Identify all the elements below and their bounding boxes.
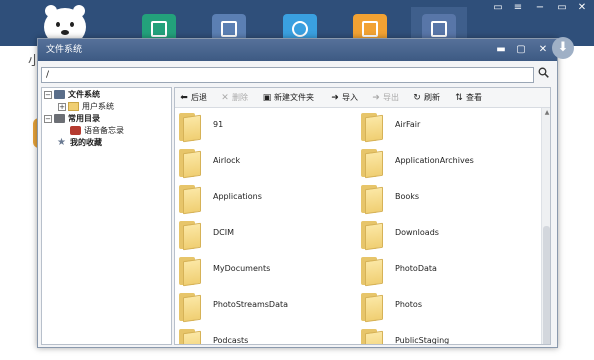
back-arrow-icon: ⬅ bbox=[180, 93, 188, 103]
star-icon: ★ bbox=[57, 137, 66, 148]
vertical-scrollbar[interactable]: ▲ bbox=[541, 108, 550, 344]
folder-icon bbox=[361, 149, 383, 179]
scroll-up-icon[interactable]: ▲ bbox=[542, 108, 550, 118]
folder-item[interactable]: Books bbox=[357, 181, 537, 217]
dialog-title: 文件系统 bbox=[46, 45, 83, 55]
folder-item[interactable]: Applications bbox=[175, 181, 355, 217]
folder-icon bbox=[179, 329, 201, 344]
dialog-titlebar: 文件系统 ▬ ▢ ✕ bbox=[38, 39, 557, 61]
folder-icon bbox=[179, 257, 201, 287]
tree-node-favorites[interactable]: ★ 我的收藏 bbox=[56, 137, 102, 149]
app-minimize-icon[interactable]: − bbox=[532, 2, 548, 13]
file-list-panel: ⬅ 后退 ✕ 删除 ▣ 新建文件夹 ➜ 导入 ➜ 导出 ↻ 刷新 ⇅ 查看 91 AirFai… bbox=[174, 87, 551, 345]
folder-icon bbox=[361, 293, 383, 323]
folder-icon bbox=[361, 113, 383, 143]
folder-item[interactable]: Photos bbox=[357, 289, 537, 325]
computer-icon bbox=[54, 90, 65, 99]
folder-item[interactable]: PhotoData bbox=[357, 253, 537, 289]
import-button[interactable]: ➜ 导入 bbox=[330, 91, 358, 105]
collapse-icon[interactable]: − bbox=[44, 114, 52, 123]
folder-icon bbox=[361, 257, 383, 287]
directory-tree: − 文件系统 + 用户系统 − 常用目录 语音备忘录 ★ 我的收藏 bbox=[41, 87, 172, 345]
path-input[interactable]: / bbox=[41, 67, 534, 83]
minimize-button[interactable]: ▬ bbox=[492, 39, 510, 61]
delete-x-icon: ✕ bbox=[221, 93, 229, 103]
file-system-dialog: 文件系统 ▬ ▢ ✕ / − 文件系统 + 用户系统 − 常用目录 语音备忘录 ★ 我的… bbox=[37, 38, 558, 348]
view-button[interactable]: ⇅ 查看 bbox=[454, 91, 482, 105]
tree-node-common-dirs[interactable]: − 常用目录 bbox=[44, 113, 100, 125]
toolbar: ⬅ 后退 ✕ 删除 ▣ 新建文件夹 ➜ 导入 ➜ 导出 ↻ 刷新 ⇅ 查看 bbox=[175, 88, 550, 108]
new-folder-icon: ▣ bbox=[262, 93, 272, 103]
refresh-icon: ↻ bbox=[413, 93, 421, 103]
folder-icon bbox=[179, 221, 201, 251]
folder-item[interactable]: 91 bbox=[175, 109, 355, 145]
expand-icon[interactable]: + bbox=[58, 102, 66, 111]
folder-item[interactable]: PhotoStreamsData bbox=[175, 289, 355, 325]
close-button[interactable]: ✕ bbox=[534, 39, 552, 61]
download-icon[interactable]: ⬇ bbox=[552, 37, 574, 59]
import-icon: ➜ bbox=[331, 93, 339, 103]
folder-icon bbox=[179, 113, 201, 143]
voice-memo-icon bbox=[70, 126, 81, 135]
folder-item[interactable]: PublicStaging bbox=[357, 325, 537, 344]
folder-icon bbox=[361, 185, 383, 215]
folder-lock-icon bbox=[68, 102, 79, 111]
folder-item[interactable]: Airlock bbox=[175, 145, 355, 181]
scrollbar-thumb[interactable] bbox=[543, 226, 550, 344]
maximize-button[interactable]: ▢ bbox=[512, 39, 530, 61]
feedback-icon[interactable]: ▭ bbox=[490, 2, 506, 13]
app-close-icon[interactable]: ✕ bbox=[574, 2, 590, 13]
back-button[interactable]: ⬅ 后退 bbox=[179, 91, 207, 105]
app-restore-icon[interactable]: ▭ bbox=[554, 2, 570, 13]
menu-icon[interactable]: ≡ bbox=[510, 2, 526, 13]
folder-icon bbox=[179, 185, 201, 215]
collapse-icon[interactable]: − bbox=[44, 90, 52, 99]
export-icon: ➜ bbox=[372, 93, 380, 103]
folder-item[interactable]: DCIM bbox=[175, 217, 355, 253]
tree-node-filesystem[interactable]: − 文件系统 bbox=[44, 89, 100, 101]
folder-icon bbox=[179, 293, 201, 323]
view-sort-icon: ⇅ bbox=[455, 93, 463, 103]
tree-node-voice-memos[interactable]: 语音备忘录 bbox=[70, 125, 124, 137]
folder-dark-icon bbox=[54, 114, 65, 123]
folder-item[interactable]: Podcasts bbox=[175, 325, 355, 344]
export-button[interactable]: ➜ 导出 bbox=[371, 91, 399, 105]
folder-icon bbox=[179, 149, 201, 179]
delete-button[interactable]: ✕ 删除 bbox=[220, 91, 248, 105]
folder-item[interactable]: AirFair bbox=[357, 109, 537, 145]
folder-item[interactable]: ApplicationArchives bbox=[357, 145, 537, 181]
new-folder-button[interactable]: ▣ 新建文件夹 bbox=[262, 91, 314, 105]
refresh-button[interactable]: ↻ 刷新 bbox=[412, 91, 440, 105]
folder-item[interactable]: Downloads bbox=[357, 217, 537, 253]
file-grid: 91 AirFair Airlock ApplicationArchives A… bbox=[175, 108, 541, 344]
tree-node-user-system[interactable]: + 用户系统 bbox=[58, 101, 114, 113]
folder-item[interactable]: MyDocuments bbox=[175, 253, 355, 289]
folder-icon bbox=[361, 329, 383, 344]
folder-icon bbox=[361, 221, 383, 251]
search-icon[interactable] bbox=[535, 67, 551, 83]
